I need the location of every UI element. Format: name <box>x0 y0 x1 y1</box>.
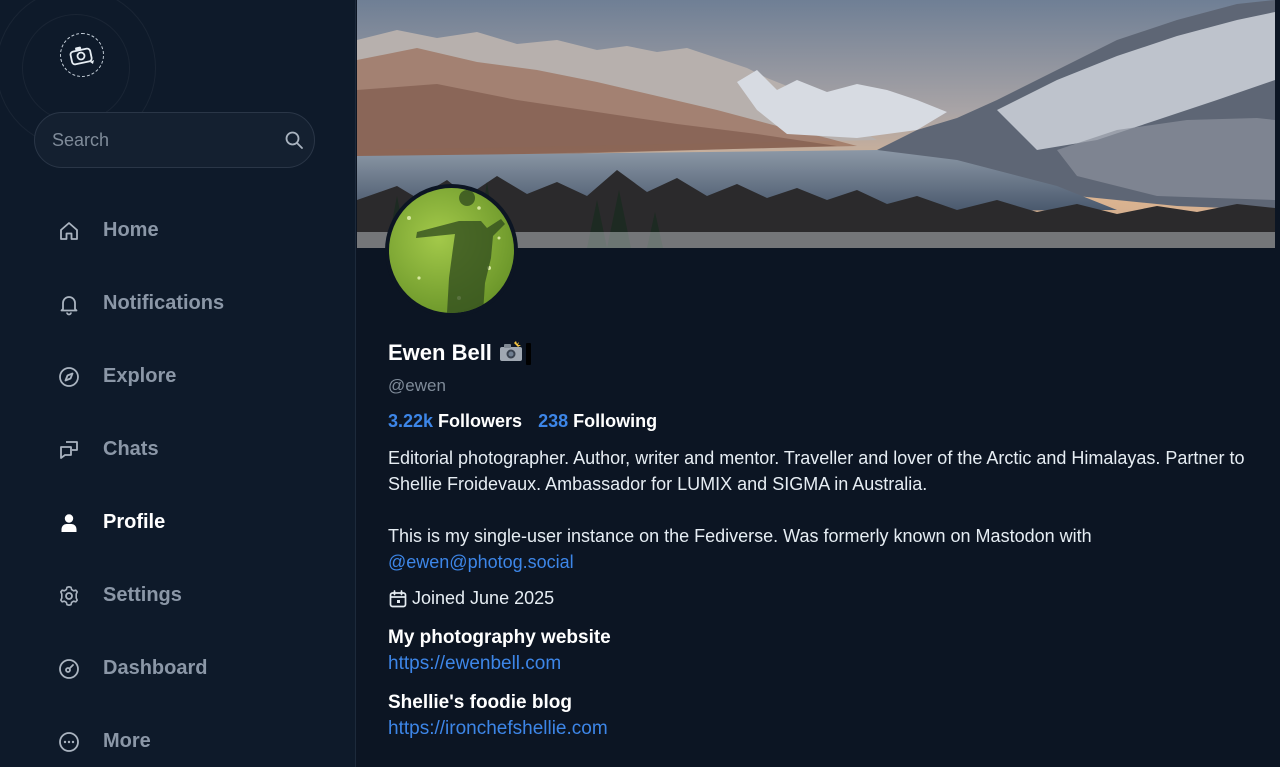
nav-item-profile[interactable]: Profile <box>0 486 355 559</box>
nav-label: Profile <box>103 511 166 533</box>
following-link[interactable]: 238 Following <box>538 411 657 432</box>
profile-stats: 3.22k Followers 238 Following <box>388 411 1248 432</box>
following-label: Following <box>573 411 658 431</box>
search-box[interactable] <box>34 112 315 168</box>
nav-label: Settings <box>103 584 182 606</box>
camera-logo-icon <box>69 46 94 66</box>
joined-text: Joined June 2025 <box>412 588 555 608</box>
profile-link-field: My photography website https://ewenbell.… <box>388 625 1248 677</box>
bio-text: This is my single-user instance on the F… <box>388 526 1092 546</box>
link-url[interactable]: https://ewenbell.com <box>388 651 561 677</box>
nav-label: Chats <box>103 438 159 460</box>
link-url[interactable]: https://ironchefshellie.com <box>388 716 608 742</box>
profile-bio: Editorial photographer. Author, writer a… <box>388 445 1248 575</box>
search-input[interactable] <box>52 129 284 151</box>
profile-main: Ewen Bell @ewen 3.22k Followers 238 Follow… <box>357 0 1280 767</box>
link-title: Shellie's foodie blog <box>388 692 572 713</box>
followers-link[interactable]: 3.22k Followers <box>388 411 522 432</box>
link-title: My photography website <box>388 627 611 648</box>
profile-links: My photography website https://ewenbell.… <box>388 625 1248 742</box>
joined-date: Joined June 2025 <box>388 588 1248 609</box>
name-row: Ewen Bell <box>388 339 1248 367</box>
display-name: Ewen Bell <box>388 340 492 365</box>
profile-avatar[interactable] <box>385 184 518 317</box>
nav-label: Home <box>103 219 159 241</box>
compass-icon <box>57 365 81 389</box>
home-icon <box>57 219 81 243</box>
sidebar: Home Notifications Explore Chats Profile <box>0 0 356 767</box>
person-icon <box>57 511 81 535</box>
main-nav: Home Notifications Explore Chats Profile <box>0 194 355 767</box>
nav-item-explore[interactable]: Explore <box>0 340 355 413</box>
nav-item-notifications[interactable]: Notifications <box>0 267 355 340</box>
mention-link[interactable]: @ewen@photog.social <box>388 552 574 572</box>
camera-flash-icon <box>498 341 532 365</box>
calendar-icon <box>388 589 408 609</box>
nav-label: Explore <box>103 365 177 387</box>
nav-item-more[interactable]: More <box>0 705 355 767</box>
following-count: 238 <box>538 411 569 431</box>
followers-label: Followers <box>438 411 523 431</box>
nav-item-chats[interactable]: Chats <box>0 413 355 486</box>
bio-paragraph: Editorial photographer. Author, writer a… <box>388 448 1245 494</box>
bio-paragraph: This is my single-user instance on the F… <box>388 523 1248 575</box>
followers-count: 3.22k <box>388 411 434 431</box>
nav-label: Notifications <box>103 292 225 314</box>
gauge-icon <box>57 657 81 681</box>
nav-item-dashboard[interactable]: Dashboard <box>0 632 355 705</box>
profile-link-field: Shellie's foodie blog https://ironchefsh… <box>388 690 1248 742</box>
chat-icon <box>57 438 81 462</box>
nav-label: More <box>103 730 151 752</box>
gear-icon <box>57 584 81 608</box>
app-logo[interactable] <box>60 33 104 77</box>
profile-details: Ewen Bell @ewen 3.22k Followers 238 Follow… <box>388 339 1248 755</box>
bell-icon <box>57 292 81 316</box>
search-icon[interactable] <box>284 130 304 150</box>
nav-label: Dashboard <box>103 657 208 679</box>
more-icon <box>57 730 81 754</box>
profile-handle: @ewen <box>388 376 446 395</box>
nav-item-settings[interactable]: Settings <box>0 559 355 632</box>
nav-item-home[interactable]: Home <box>0 194 355 267</box>
